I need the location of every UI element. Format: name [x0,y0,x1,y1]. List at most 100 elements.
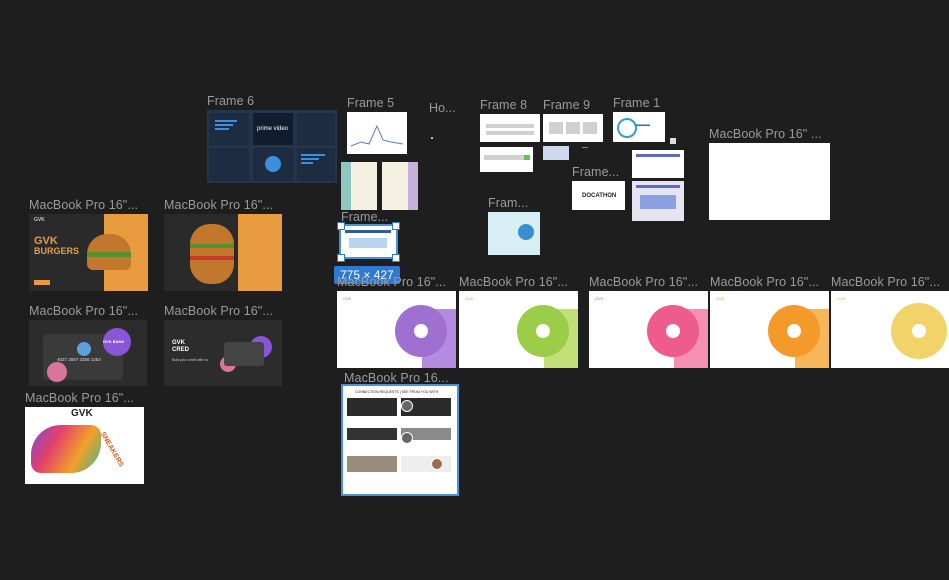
chart-panel [297,113,335,145]
frame-label-burgers-2[interactable]: MacBook Pro 16"... [164,198,273,212]
small-frame[interactable] [670,138,676,144]
placeholder-box [583,122,597,134]
placeholder-bar [345,230,391,233]
frame9b-thumbnail[interactable] [543,146,569,160]
placeholder-box [640,195,676,209]
frame-label-mbp-top-right[interactable]: MacBook Pro 16" ... [709,127,822,141]
cred-tagline: Built your credit with us. [172,358,209,362]
linkedin-frame[interactable]: CONNECTION REQUESTS | SEE FROM YOU WITH [341,384,459,496]
frame8b-thumbnail[interactable] [480,147,533,172]
gvk-logo: GVK [34,217,45,223]
frame-label-frame1[interactable]: Frame 1 [613,96,660,110]
prime-video-logo: prime video [257,126,289,132]
frame-label-linkedin[interactable]: MacBook Pro 16... [344,371,449,385]
profile-card-banner [347,456,397,472]
gvk-logo: GVK [837,296,846,301]
burgers-heading: BURGERS [34,246,80,256]
map-panel [209,148,249,181]
frame-label-donut-2[interactable]: MacBook Pro 16"... [459,275,568,289]
burgers-frame-1[interactable]: GVK GVK BURGERS [29,214,148,291]
donut-frame-orange[interactable]: GVK [710,291,829,368]
resize-handle-bottom-left[interactable] [337,254,345,262]
placeholder-bar [486,131,534,135]
docathon-thumbnail[interactable]: DOCATHON [572,181,625,210]
resize-handle-top-left[interactable] [337,222,345,230]
pink-circle [47,362,67,382]
card-number: 4027 2587 3256 1253 [57,357,101,362]
donut-image [647,305,699,357]
tiny-frame-dot[interactable] [431,137,433,139]
floral-border [341,162,351,210]
placeholder-bar [636,185,680,188]
burgers-frame-2[interactable] [164,214,282,291]
chart-bar [301,158,319,160]
gvk-heading: GVK [71,408,93,419]
frame-label-card-1[interactable]: MacBook Pro 16"... [29,304,138,318]
frame-label-frame-d[interactable]: Fram... [488,196,528,210]
donut-frame-green[interactable]: GVK [459,291,578,368]
exploded-burger-image [190,224,234,284]
placeholder-box [566,122,580,134]
resize-handle-top-right[interactable] [392,222,400,230]
frame-label-ho[interactable]: Ho... [429,101,456,115]
frame1-thumbnail[interactable]: ▬▬▬ [613,112,665,142]
gvk-logo: GVK [595,296,604,301]
selected-frame[interactable] [339,224,398,259]
resize-handle-bottom-right[interactable] [392,254,400,262]
frame-label-frame6[interactable]: Frame 6 [207,94,254,108]
bank-name: GVK BANK [103,339,125,344]
donut-frame-yellow[interactable]: GVK [831,291,949,368]
frame-label-card-2[interactable]: MacBook Pro 16"... [164,304,273,318]
frame6-thumbnail[interactable]: prime video [207,110,337,183]
card-frame-2[interactable]: GVK CRED Built your credit with us. [164,320,282,386]
frame-label-donut-1[interactable]: MacBook Pro 16"... [337,275,446,289]
earth-frame-thumbnail[interactable] [488,212,540,255]
placeholder-bar [636,154,680,157]
frame-label-frame5[interactable]: Frame 5 [347,96,394,110]
donut-frame-purple[interactable]: GVK [337,291,456,368]
chart-bar [215,120,237,122]
frame5-thumbnail[interactable] [347,112,407,154]
blue-circle [77,342,91,356]
placeholder-box [349,238,387,248]
donut-hole [666,324,680,338]
chart-bar [215,124,233,126]
sneakers-frame[interactable]: GVK SNEAKERS [25,407,144,484]
burger-lettuce [190,244,234,248]
donut-image [517,305,569,357]
floral-border [408,162,418,210]
gvk-logo: GVK [465,296,474,301]
frame1-title: ▬▬▬ [635,122,650,128]
placeholder-bar [486,124,534,128]
chart-bar [301,162,313,164]
burger-lettuce [87,252,131,257]
frame-label-burgers-1[interactable]: MacBook Pro 16"... [29,198,138,212]
gvk-logo: GVK [716,296,725,301]
line-chart [350,124,404,147]
frame9-thumbnail[interactable] [543,114,603,142]
floral-card-2[interactable] [382,162,418,210]
donut-hole [536,324,550,338]
frame-label-sneakers[interactable]: MacBook Pro 16"... [25,391,134,405]
mbp-top-right-thumbnail[interactable] [709,143,830,220]
frame-label-frame-a[interactable]: Frame... [572,165,619,179]
frame8-thumbnail[interactable] [480,114,540,142]
donut-frame-pink[interactable]: GVK [589,291,708,368]
frame-label-donut-3[interactable]: MacBook Pro 16"... [589,275,698,289]
chart-bar [215,128,229,130]
frame-certificate-a[interactable] [632,150,684,178]
donut-image [768,305,820,357]
frame-label-frame-b[interactable]: Frame... [341,210,388,224]
frame-certificate-b[interactable] [632,181,684,221]
order-button[interactable] [34,280,50,285]
frame-label-donut-4[interactable]: MacBook Pro 16"... [710,275,819,289]
frame-label-frame8[interactable]: Frame 8 [480,98,527,112]
profile-card-banner [347,428,397,440]
docathon-title: DOCATHON [582,193,617,199]
floral-card-1[interactable] [341,162,377,210]
avatar [401,432,413,444]
frame-label-donut-5[interactable]: MacBook Pro 16"... [831,275,940,289]
card-frame-1[interactable]: 4027 2587 3256 1253 GVK BANK [29,320,147,386]
profile-card-banner [347,398,397,416]
frame-label-frame9[interactable]: Frame 9 [543,98,590,112]
